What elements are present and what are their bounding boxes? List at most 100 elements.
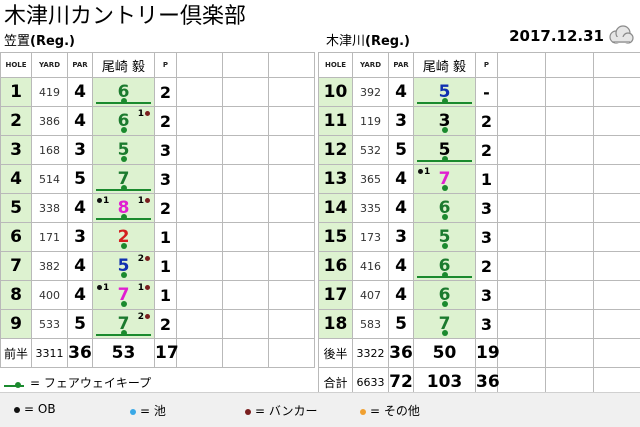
pond-icon [130, 409, 136, 415]
empty-cell [177, 339, 223, 368]
hole-yard: 532 [353, 136, 389, 165]
hole-putts: 1 [476, 165, 498, 194]
empty-cell [498, 310, 546, 339]
empty-cell [223, 252, 269, 281]
empty-cell [177, 165, 223, 194]
hole-yard: 171 [32, 223, 68, 252]
back-header-row: HOLE YARD PAR 尾崎 毅 P [319, 53, 640, 78]
hole-score: 6 [439, 285, 451, 305]
hole-yard: 392 [353, 78, 389, 107]
empty-cell [223, 107, 269, 136]
hole-par: 3 [68, 223, 93, 252]
front-nine-scorecard: HOLE YARD PAR 尾崎 毅 P 1419462238641623168… [0, 52, 315, 368]
total-par: 36 [389, 339, 414, 368]
hole-number: 5 [1, 194, 32, 223]
hole-score-cell: 17 [414, 165, 476, 194]
hole-score: 7 [118, 169, 130, 189]
hole-row: 6171321 [1, 223, 315, 252]
empty-cell [269, 78, 315, 107]
hole-putts: 2 [476, 107, 498, 136]
hole-yard: 386 [32, 107, 68, 136]
empty-cell [594, 165, 640, 194]
front-course-reg: (Reg.) [30, 34, 75, 49]
hole-par: 3 [68, 136, 93, 165]
hole-par: 5 [389, 136, 414, 165]
hole-yard: 583 [353, 310, 389, 339]
total-putt: 19 [476, 339, 498, 368]
bunker-marker: 2 [138, 313, 151, 322]
hole-putts: 3 [476, 310, 498, 339]
hole-row: 17407463 [319, 281, 640, 310]
front-course-label: 笠置 [4, 34, 30, 49]
hole-score: 6 [439, 198, 451, 218]
empty-header [269, 53, 315, 78]
empty-cell [546, 252, 594, 281]
hole-score-cell: 7 [93, 165, 155, 194]
empty-cell [177, 252, 223, 281]
hole-putts: 3 [476, 194, 498, 223]
total-score: 53 [93, 339, 155, 368]
hole-par: 5 [68, 165, 93, 194]
hole-yard: 533 [32, 310, 68, 339]
hole-yard: 365 [353, 165, 389, 194]
hole-par: 4 [68, 107, 93, 136]
empty-cell [546, 136, 594, 165]
empty-cell [177, 194, 223, 223]
hole-row: 3168353 [1, 136, 315, 165]
hole-number: 10 [319, 78, 353, 107]
hole-score-cell: 6 [414, 194, 476, 223]
back-total-row: 後半 3322 36 50 19 [319, 339, 640, 368]
back-course-name: 木津川(Reg.) [326, 34, 410, 50]
empty-cell [223, 223, 269, 252]
empty-cell [269, 252, 315, 281]
empty-cell [546, 165, 594, 194]
bunker-marker: 1 [138, 284, 151, 293]
hole-number: 9 [1, 310, 32, 339]
empty-cell [594, 310, 640, 339]
hole-number: 13 [319, 165, 353, 194]
hole-yard: 338 [32, 194, 68, 223]
hole-yard: 400 [32, 281, 68, 310]
hole-score-cell: 6 [414, 252, 476, 281]
hole-number: 17 [319, 281, 353, 310]
empty-cell [498, 136, 546, 165]
empty-cell [223, 165, 269, 194]
hole-score: 6 [118, 111, 130, 131]
hole-par: 4 [389, 194, 414, 223]
legend-bunker-label: = バンカー [255, 404, 317, 418]
bunker-marker: 1 [138, 197, 151, 206]
hole-number: 1 [1, 78, 32, 107]
hole-number: 11 [319, 107, 353, 136]
hole-putts: 1 [155, 223, 177, 252]
hole-score: 5 [439, 227, 451, 247]
hole-putts: 2 [155, 194, 177, 223]
hole-putts: 2 [155, 310, 177, 339]
hole-par: 4 [389, 165, 414, 194]
empty-cell [498, 165, 546, 194]
empty-cell [177, 136, 223, 165]
empty-cell [498, 281, 546, 310]
hole-row: 16416462 [319, 252, 640, 281]
empty-cell [177, 223, 223, 252]
legend-fairway-label: = フェアウェイキープ [30, 376, 151, 390]
hole-row: 840041171 [1, 281, 315, 310]
hole-score-cell: 5 [93, 136, 155, 165]
yard-header: YARD [353, 53, 389, 78]
hole-number: 12 [319, 136, 353, 165]
hole-yard: 173 [353, 223, 389, 252]
legend-pond-label: = 池 [140, 404, 166, 418]
hole-row: 18583573 [319, 310, 640, 339]
hole-yard: 416 [353, 252, 389, 281]
hole-yard: 407 [353, 281, 389, 310]
empty-header [498, 53, 546, 78]
hole-par: 3 [389, 223, 414, 252]
hole-par: 4 [68, 194, 93, 223]
player-header: 尾崎 毅 [93, 53, 155, 78]
legend-ob-label: = OB [24, 402, 56, 416]
hole-score: 7 [439, 169, 451, 189]
empty-cell [223, 310, 269, 339]
empty-cell [594, 223, 640, 252]
front-course-name: 笠置(Reg.) [4, 34, 75, 50]
hole-par: 4 [389, 252, 414, 281]
hole-score: 8 [118, 198, 130, 218]
